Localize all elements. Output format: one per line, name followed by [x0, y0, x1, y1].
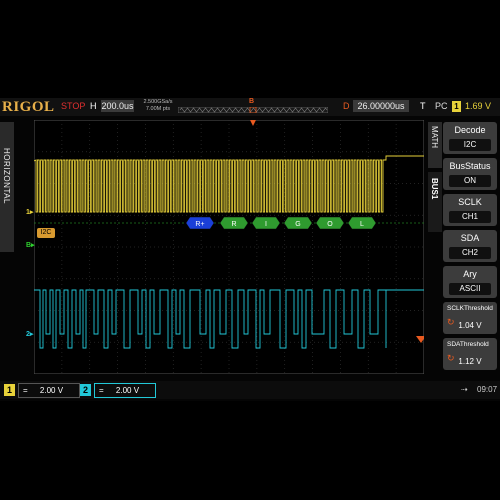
menu-item-value: 1.04 V	[458, 321, 482, 330]
bus-marker[interactable]: B▸	[26, 241, 35, 249]
bus1-tab-label: BUS1	[430, 178, 439, 200]
ch1-ground-marker[interactable]: 1▸	[26, 208, 33, 216]
menu-item-value: CH1	[449, 211, 491, 223]
decode-packet-label: I	[265, 221, 267, 228]
menu-item-value: CH2	[449, 247, 491, 259]
horizontal-tab-label: HORIZONTAL	[2, 148, 11, 204]
math-tab[interactable]: MATH	[428, 122, 442, 168]
menu-sclk-threshold[interactable]: SCLKThreshold ↻ 1.04 V	[443, 302, 497, 334]
menu-item-title: SDA	[460, 233, 480, 243]
ch1-scale-box[interactable]: = 2.00 V	[18, 383, 80, 398]
top-status-bar: RIGOL STOP H 200.0us 2.500GSa/s 7.00M pt…	[0, 98, 500, 116]
bus1-tab[interactable]: BUS1	[428, 172, 442, 232]
bottom-status-bar: 1 = 2.00 V 2 = 2.00 V ⇢ 09:07	[0, 381, 500, 399]
acquisition-info: 2.500GSa/s 7.00M pts	[140, 99, 176, 113]
ch2-coupling: =	[99, 386, 104, 395]
ch1-number[interactable]: 1	[4, 384, 15, 396]
ch1-scale: 2.00 V	[39, 386, 64, 395]
menu-item-value: I2C	[449, 139, 491, 151]
memory-depth: 7.00M pts	[145, 106, 171, 112]
trigger-channel-badge: 1	[452, 101, 461, 112]
trigger-position-marker: B	[249, 98, 255, 105]
menu-format[interactable]: Ary ASCII	[443, 266, 497, 298]
trigger-label: T	[420, 101, 426, 111]
menu-item-title: BusStatus	[449, 161, 491, 171]
decode-packet-label: L	[360, 221, 364, 228]
run-state[interactable]: STOP	[61, 101, 85, 111]
menu-sclk[interactable]: SCLK CH1	[443, 194, 497, 226]
oscilloscope-screen: RIGOL STOP H 200.0us 2.500GSa/s 7.00M pt…	[0, 98, 500, 401]
menu-bus-status[interactable]: BusStatus ON	[443, 158, 497, 190]
ch2-ground-marker[interactable]: 2▸	[26, 330, 33, 338]
sample-rate: 2.500GSa/s	[143, 99, 173, 105]
delay-label: D	[343, 101, 350, 111]
bus-type-label: I2C	[37, 228, 55, 238]
menu-item-title: Decode	[454, 125, 486, 135]
decode-packet-label: O	[327, 221, 333, 228]
usb-icon: ⇢	[461, 385, 468, 394]
math-tab-label: MATH	[430, 126, 439, 149]
timebase-value[interactable]: 200.0us	[101, 100, 134, 112]
decode-packet-label: R+	[195, 221, 204, 228]
trigger-level[interactable]: 1.69 V	[465, 101, 491, 111]
menu-item-title: SCLK	[458, 197, 482, 207]
waveform-grid: R+ R I G O L	[34, 120, 424, 374]
ch1-coupling: =	[23, 386, 28, 395]
memory-overview-strip	[178, 107, 328, 113]
clock: 09:07	[477, 385, 498, 394]
menu-item-title: SDAThreshold	[447, 341, 489, 348]
menu-item-title: Ary	[463, 269, 477, 279]
menu-sda-threshold[interactable]: SDAThreshold ↻ 1.12 V	[443, 338, 497, 370]
trigger-coupling: PC	[435, 101, 448, 111]
menu-item-title: SCLKThreshold	[447, 305, 493, 312]
menu-sda[interactable]: SDA CH2	[443, 230, 497, 262]
decode-packet-label: R	[231, 221, 236, 228]
horizontal-label: H	[90, 101, 97, 111]
ch2-scale-box[interactable]: = 2.00 V	[94, 383, 156, 398]
menu-decode[interactable]: Decode I2C	[443, 122, 497, 154]
menu-item-value: ASCII	[449, 283, 491, 295]
horizontal-tab[interactable]: HORIZONTAL	[0, 122, 14, 252]
menu-item-value: ON	[449, 175, 491, 187]
ch2-scale: 2.00 V	[115, 386, 140, 395]
menu-item-value: 1.12 V	[458, 357, 482, 366]
delay-value[interactable]: 26.00000us	[353, 100, 409, 112]
ch2-number[interactable]: 2	[80, 384, 91, 396]
decode-packet-label: G	[295, 221, 300, 228]
brand-logo: RIGOL	[2, 99, 55, 115]
